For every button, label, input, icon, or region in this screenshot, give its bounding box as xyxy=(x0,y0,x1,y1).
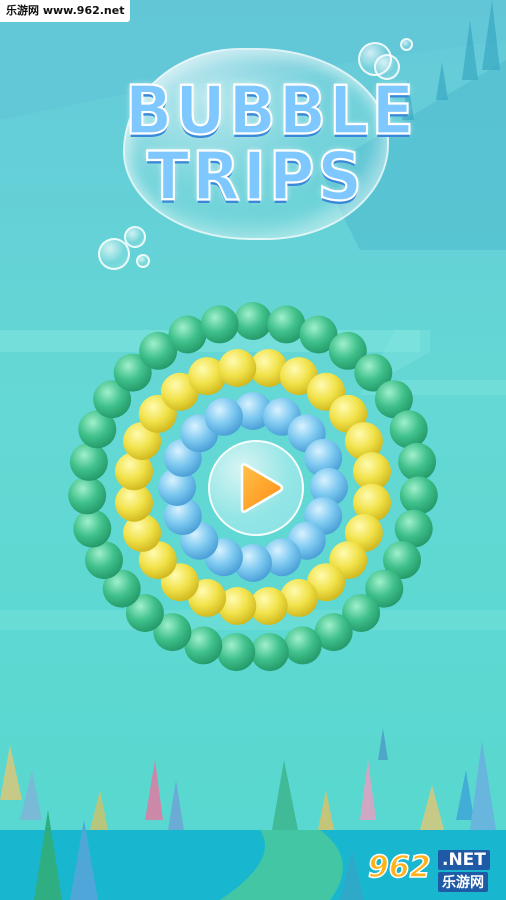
green-bubble xyxy=(217,633,256,672)
badge-sub: 乐游网 xyxy=(438,872,488,892)
play-icon xyxy=(240,463,284,513)
site-badge: 962 .NET 乐游网 xyxy=(367,848,500,892)
green-bubble xyxy=(200,305,239,344)
yellow-bubble xyxy=(218,349,257,387)
green-bubble xyxy=(73,509,112,548)
green-bubble xyxy=(389,410,428,449)
green-bubble xyxy=(168,315,207,354)
badge-net: .NET xyxy=(438,850,490,870)
green-bubble xyxy=(250,633,289,672)
badge-number: 962 xyxy=(367,849,431,886)
green-bubble xyxy=(69,442,108,481)
play-button[interactable] xyxy=(208,440,304,536)
blue-bubble xyxy=(204,397,243,436)
green-bubble xyxy=(283,626,322,665)
green-bubble xyxy=(68,476,107,515)
green-bubble xyxy=(399,476,438,515)
green-bubble xyxy=(234,302,272,340)
green-bubble xyxy=(267,305,306,344)
green-bubble xyxy=(398,442,437,481)
